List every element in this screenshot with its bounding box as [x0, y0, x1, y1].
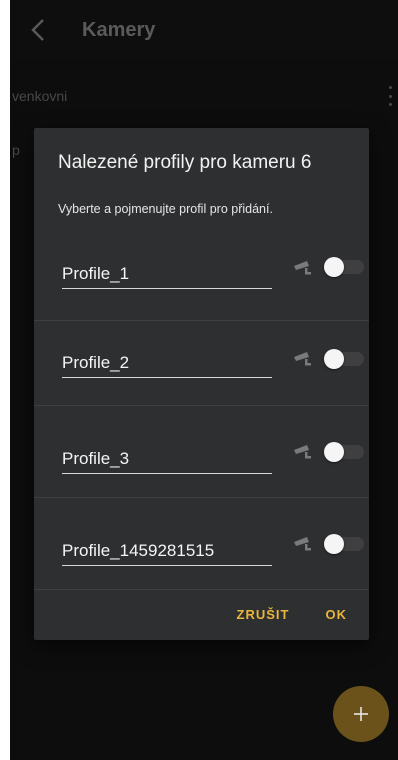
profile-name-field[interactable]: Profile_1 [62, 264, 272, 289]
cancel-button[interactable]: ZRUŠIT [237, 607, 290, 622]
add-button[interactable] [333, 686, 389, 742]
profile-name-field[interactable]: Profile_1459281515 [62, 541, 272, 566]
profile-toggle[interactable] [324, 257, 364, 277]
app-screen: Kamery venkovni p Nalezené profily pro k… [10, 0, 398, 760]
dialog-subtitle: Vyberte a pojmenujte profil pro přidání. [58, 202, 273, 216]
profile-row: Profile_3 [34, 405, 369, 498]
profile-toggle[interactable] [324, 349, 364, 369]
camera-icon [294, 261, 311, 275]
camera-icon [294, 537, 311, 551]
camera-icon [294, 352, 311, 366]
ok-button[interactable]: OK [326, 607, 348, 622]
profile-row: Profile_1 [34, 228, 369, 321]
plus-icon [354, 707, 368, 721]
profiles-dialog: Nalezené profily pro kameru 6 Vyberte a … [34, 128, 369, 640]
camera-icon [294, 445, 311, 459]
dialog-actions: ZRUŠIT OK [237, 607, 347, 622]
profile-name-field[interactable]: Profile_3 [62, 449, 272, 474]
profile-toggle[interactable] [324, 534, 364, 554]
profile-row: Profile_2 [34, 313, 369, 406]
dialog-title: Nalezené profily pro kameru 6 [58, 152, 312, 173]
profile-toggle[interactable] [324, 442, 364, 462]
profile-name-field[interactable]: Profile_2 [62, 353, 272, 378]
divider [34, 589, 369, 590]
profile-row: Profile_1459281515 [34, 497, 369, 589]
